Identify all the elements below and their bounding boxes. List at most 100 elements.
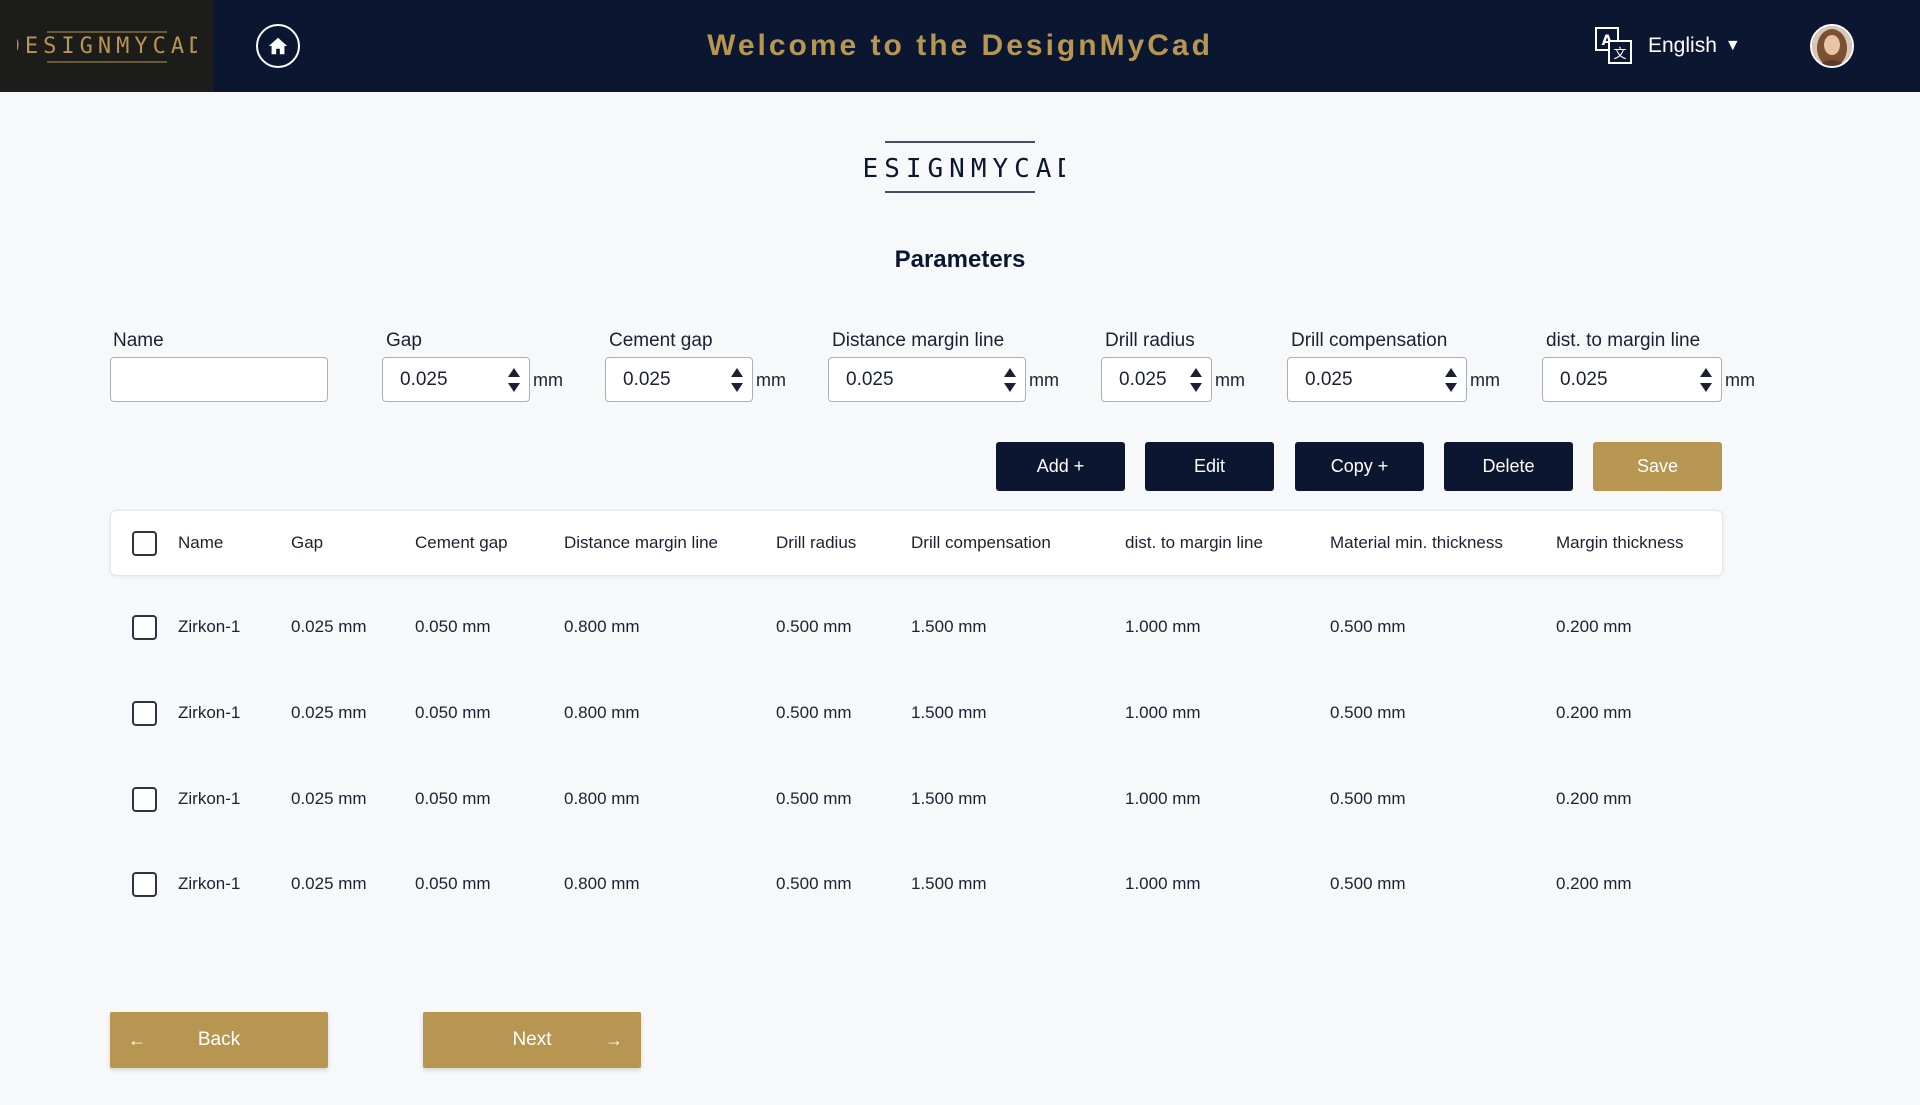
cell-cement-gap: 0.050 mm <box>415 703 491 722</box>
back-label: Back <box>197 1029 241 1050</box>
spinner-icon[interactable] <box>1445 368 1457 392</box>
dist-to-margin-line-value: 0.025 <box>1560 369 1608 390</box>
home-button[interactable] <box>256 24 300 68</box>
edit-button[interactable]: Edit <box>1145 442 1274 491</box>
cell-drill-radius: 0.500 mm <box>776 789 852 808</box>
cell-gap: 0.025 mm <box>291 789 367 808</box>
home-icon <box>268 37 288 55</box>
designmycad-logo: DESIGNMYCAD <box>17 31 197 63</box>
column-header-distance-margin-line[interactable]: Distance margin line <box>564 533 718 553</box>
cell-drill-compensation: 1.500 mm <box>911 703 987 722</box>
cell-margin-thickness: 0.200 mm <box>1556 617 1632 636</box>
cell-distance-margin-line: 0.800 mm <box>564 703 640 722</box>
top-bar: DESIGNMYCAD Welcome to the DesignMyCad A… <box>0 0 1920 92</box>
header-logo[interactable]: DESIGNMYCAD <box>0 0 214 92</box>
distance-margin-line-input[interactable]: 0.025 <box>828 357 1026 402</box>
row-checkbox[interactable] <box>132 615 157 640</box>
cell-dist-to-margin-line: 1.000 mm <box>1125 874 1201 893</box>
cell-margin-thickness: 0.200 mm <box>1556 874 1632 893</box>
cell-cement-gap: 0.050 mm <box>415 617 491 636</box>
cell-name: Zirkon-1 <box>178 617 241 636</box>
cell-drill-compensation: 1.500 mm <box>911 789 987 808</box>
cell-name: Zirkon-1 <box>178 789 241 808</box>
drill-compensation-unit: mm <box>1470 370 1500 390</box>
drill-compensation-input[interactable]: 0.025 <box>1287 357 1467 402</box>
column-header-drill-radius[interactable]: Drill radius <box>776 533 856 553</box>
spinner-icon[interactable] <box>1190 368 1202 392</box>
select-all-checkbox[interactable] <box>132 531 157 556</box>
column-header-drill-compensation[interactable]: Drill compensation <box>911 533 1051 553</box>
distance-margin-line-label: Distance margin line <box>832 330 1005 351</box>
dist-to-margin-line-input[interactable]: 0.025 <box>1542 357 1722 402</box>
back-button[interactable]: ← Back <box>110 1012 328 1068</box>
page-title: Parameters <box>894 246 1026 273</box>
user-avatar[interactable] <box>1810 24 1854 68</box>
cell-gap: 0.025 mm <box>291 617 367 636</box>
cell-name: Zirkon-1 <box>178 703 241 722</box>
delete-button[interactable]: Delete <box>1444 442 1573 491</box>
drill-radius-unit: mm <box>1215 370 1245 390</box>
cement-gap-value: 0.025 <box>623 369 671 390</box>
gap-unit: mm <box>533 370 563 390</box>
cell-dist-to-margin-line: 1.000 mm <box>1125 617 1201 636</box>
cell-drill-compensation: 1.500 mm <box>911 874 987 893</box>
drill-compensation-label: Drill compensation <box>1291 330 1448 351</box>
row-checkbox[interactable] <box>132 872 157 897</box>
cell-material-min-thickness: 0.500 mm <box>1330 789 1406 808</box>
logo-text: DESIGNMYCAD <box>17 34 197 59</box>
drill-radius-label: Drill radius <box>1105 330 1195 351</box>
row-checkbox[interactable] <box>132 701 157 726</box>
row-checkbox[interactable] <box>132 787 157 812</box>
center-logo-text: DESIGNMYCAD <box>855 154 1065 184</box>
language-selector[interactable]: A 文 English ▼ <box>1594 26 1741 66</box>
drill-radius-input[interactable]: 0.025 <box>1101 357 1212 402</box>
center-logo: DESIGNMYCAD <box>855 141 1065 193</box>
svg-text:文: 文 <box>1613 47 1626 62</box>
cell-dist-to-margin-line: 1.000 mm <box>1125 703 1201 722</box>
avatar-image <box>1812 26 1852 66</box>
column-header-material-min-thickness[interactable]: Material min. thickness <box>1330 533 1503 553</box>
add-button[interactable]: Add + <box>996 442 1125 491</box>
cell-distance-margin-line: 0.800 mm <box>564 617 640 636</box>
spinner-icon[interactable] <box>1004 368 1016 392</box>
cell-drill-compensation: 1.500 mm <box>911 617 987 636</box>
cell-distance-margin-line: 0.800 mm <box>564 874 640 893</box>
translate-icon: A 文 <box>1595 27 1632 64</box>
copy-button[interactable]: Copy + <box>1295 442 1424 491</box>
cement-gap-unit: mm <box>756 370 786 390</box>
column-header-margin-thickness[interactable]: Margin thickness <box>1556 533 1684 553</box>
cell-cement-gap: 0.050 mm <box>415 789 491 808</box>
cell-margin-thickness: 0.200 mm <box>1556 703 1632 722</box>
name-label: Name <box>113 330 164 351</box>
cell-cement-gap: 0.050 mm <box>415 874 491 893</box>
caret-down-icon: ▼ <box>1724 37 1741 54</box>
gap-input[interactable]: 0.025 <box>382 357 530 402</box>
cell-gap: 0.025 mm <box>291 874 367 893</box>
cell-drill-radius: 0.500 mm <box>776 703 852 722</box>
save-button[interactable]: Save <box>1593 442 1722 491</box>
column-header-name[interactable]: Name <box>178 533 223 553</box>
cell-margin-thickness: 0.200 mm <box>1556 789 1632 808</box>
spinner-icon[interactable] <box>508 368 520 392</box>
cell-drill-radius: 0.500 mm <box>776 617 852 636</box>
cell-gap: 0.025 mm <box>291 703 367 722</box>
distance-margin-line-unit: mm <box>1029 370 1059 390</box>
language-label: English <box>1648 34 1717 57</box>
spinner-icon[interactable] <box>731 368 743 392</box>
name-input[interactable] <box>110 357 328 402</box>
spinner-icon[interactable] <box>1700 368 1712 392</box>
dist-to-margin-line-unit: mm <box>1725 370 1755 390</box>
column-header-cement-gap[interactable]: Cement gap <box>415 533 508 553</box>
distance-margin-line-value: 0.025 <box>846 369 894 390</box>
next-button[interactable]: Next → <box>423 1012 641 1068</box>
drill-compensation-value: 0.025 <box>1305 369 1353 390</box>
column-header-dist-to-margin-line[interactable]: dist. to margin line <box>1125 533 1263 553</box>
drill-radius-value: 0.025 <box>1119 369 1167 390</box>
cell-distance-margin-line: 0.800 mm <box>564 789 640 808</box>
cell-name: Zirkon-1 <box>178 874 241 893</box>
dist-to-margin-line-label: dist. to margin line <box>1546 330 1701 351</box>
column-header-gap[interactable]: Gap <box>291 533 323 553</box>
cement-gap-input[interactable]: 0.025 <box>605 357 753 402</box>
arrow-right-icon: → <box>605 1030 623 1050</box>
gap-value: 0.025 <box>400 369 448 390</box>
